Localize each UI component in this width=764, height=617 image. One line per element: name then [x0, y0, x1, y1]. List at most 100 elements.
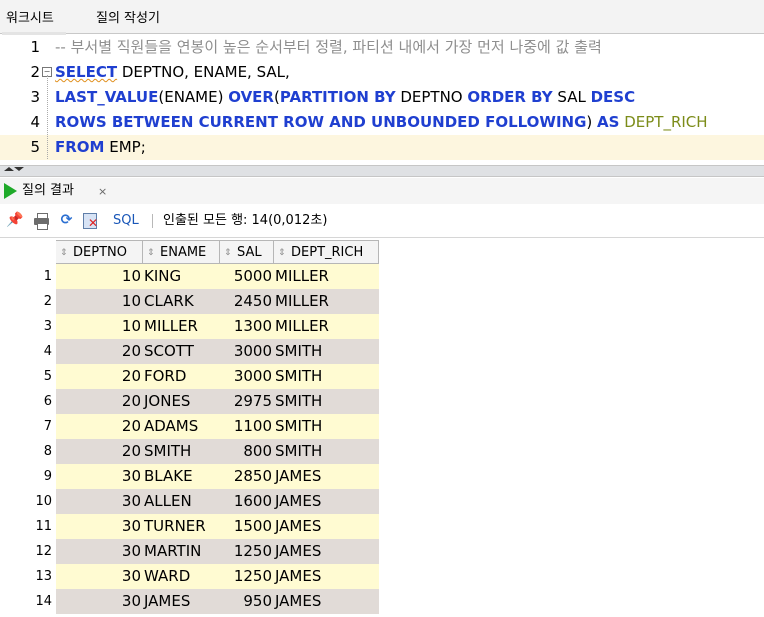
cell-sal[interactable]: 3000 — [220, 339, 274, 364]
cell-dept-rich[interactable]: SMITH — [274, 364, 379, 389]
line-number: 2 — [30, 63, 40, 81]
sql-keyword: LAST_VALUE — [55, 88, 159, 106]
cell-dept-rich[interactable]: MILLER — [274, 314, 379, 339]
row-number: 12 — [35, 544, 52, 559]
cell-ename[interactable]: WARD — [143, 564, 220, 589]
cell-deptno[interactable]: 10 — [56, 289, 143, 314]
cell-sal[interactable]: 1500 — [220, 514, 274, 539]
cell-dept-rich[interactable]: JAMES — [274, 489, 379, 514]
cell-ename[interactable]: FORD — [143, 364, 220, 389]
cell-dept-rich[interactable]: SMITH — [274, 439, 379, 464]
toolbar-separator — [152, 214, 153, 228]
editor-results-splitter[interactable] — [0, 165, 764, 177]
column-header-ename[interactable]: ⇕ ENAME — [143, 240, 220, 264]
cell-ename[interactable]: MARTIN — [143, 539, 220, 564]
cell-deptno[interactable]: 30 — [56, 589, 143, 614]
cell-ename[interactable]: CLARK — [143, 289, 220, 314]
cell-deptno[interactable]: 30 — [56, 489, 143, 514]
cell-deptno[interactable]: 20 — [56, 339, 143, 364]
sql-keyword: SELECT — [55, 63, 118, 81]
cell-sal[interactable]: 2850 — [220, 464, 274, 489]
cell-sal[interactable]: 1300 — [220, 314, 274, 339]
cell-dept-rich[interactable]: JAMES — [274, 514, 379, 539]
cell-deptno[interactable]: 20 — [56, 364, 143, 389]
cell-deptno[interactable]: 30 — [56, 514, 143, 539]
cell-deptno[interactable]: 30 — [56, 539, 143, 564]
sort-icon[interactable]: ⇕ — [147, 241, 157, 265]
cell-ename[interactable]: BLAKE — [143, 464, 220, 489]
fold-guide — [47, 75, 48, 159]
cell-sal[interactable]: 2450 — [220, 289, 274, 314]
line-number: 5 — [30, 138, 40, 156]
cell-sal[interactable]: 3000 — [220, 364, 274, 389]
row-number: 9 — [43, 469, 52, 484]
column-header-sal[interactable]: ⇕ SAL — [220, 240, 274, 264]
cell-ename[interactable]: JONES — [143, 389, 220, 414]
cell-deptno[interactable]: 20 — [56, 414, 143, 439]
refresh-icon[interactable]: ⟳ — [58, 212, 75, 229]
cell-ename[interactable]: MILLER — [143, 314, 220, 339]
sort-icon[interactable]: ⇕ — [278, 241, 288, 265]
sql-text: (ENAME) — [158, 88, 229, 106]
sql-text: DEPTNO — [395, 88, 468, 106]
cell-dept-rich[interactable]: JAMES — [274, 589, 379, 614]
cell-ename[interactable]: ALLEN — [143, 489, 220, 514]
cell-sal[interactable]: 800 — [220, 439, 274, 464]
cell-sal[interactable]: 1250 — [220, 539, 274, 564]
row-number: 5 — [43, 369, 52, 384]
print-icon[interactable] — [33, 212, 50, 230]
cell-dept-rich[interactable]: SMITH — [274, 389, 379, 414]
sort-icon[interactable]: ⇕ — [60, 241, 70, 265]
cell-dept-rich[interactable]: SMITH — [274, 414, 379, 439]
line-number: 3 — [30, 88, 40, 106]
sql-text: SAL — [552, 88, 591, 106]
cell-ename[interactable]: TURNER — [143, 514, 220, 539]
cell-ename[interactable]: JAMES — [143, 589, 220, 614]
cell-dept-rich[interactable]: MILLER — [274, 289, 379, 314]
results-toolbar: 📌 ⟳ ✕ SQL 인출된 모든 행: 14(0,012초) — [0, 206, 764, 236]
sql-text: EMP; — [104, 138, 146, 156]
column-header-dept-rich[interactable]: ⇕ DEPT_RICH — [274, 240, 379, 264]
sql-keyword: DESC — [590, 88, 636, 106]
sql-comment: -- 부서별 직원들을 연봉이 높은 순서부터 정렬, 파티션 내에서 가장 먼… — [55, 38, 602, 56]
cell-deptno[interactable]: 10 — [56, 264, 143, 289]
cell-deptno[interactable]: 30 — [56, 564, 143, 589]
cell-ename[interactable]: ADAMS — [143, 414, 220, 439]
sql-editor[interactable]: 1 -- 부서별 직원들을 연봉이 높은 순서부터 정렬, 파티션 내에서 가장… — [0, 35, 764, 165]
tab-query-builder[interactable]: 질의 작성기 — [92, 8, 164, 30]
sql-keyword: ORDER BY — [467, 88, 553, 106]
line-number: 1 — [30, 38, 40, 56]
sort-icon[interactable]: ⇕ — [224, 241, 234, 265]
cell-ename[interactable]: SMITH — [143, 439, 220, 464]
cell-deptno[interactable]: 10 — [56, 314, 143, 339]
cell-dept-rich[interactable]: JAMES — [274, 539, 379, 564]
pin-icon[interactable]: 📌 — [6, 212, 23, 229]
close-tab-icon[interactable]: × — [98, 182, 107, 202]
cell-sal[interactable]: 5000 — [220, 264, 274, 289]
sql-link[interactable]: SQL — [113, 212, 139, 230]
collapse-up-icon[interactable] — [4, 167, 14, 171]
cell-dept-rich[interactable]: JAMES — [274, 464, 379, 489]
cell-sal[interactable]: 2975 — [220, 389, 274, 414]
cell-dept-rich[interactable]: MILLER — [274, 264, 379, 289]
cell-deptno[interactable]: 20 — [56, 389, 143, 414]
row-number: 13 — [35, 569, 52, 584]
row-number: 2 — [43, 294, 52, 309]
cell-sal[interactable]: 1250 — [220, 564, 274, 589]
cell-sal[interactable]: 1100 — [220, 414, 274, 439]
cell-sal[interactable]: 1600 — [220, 489, 274, 514]
collapse-down-icon[interactable] — [14, 167, 24, 171]
cell-ename[interactable]: KING — [143, 264, 220, 289]
column-header-deptno[interactable]: ⇕ DEPTNO — [56, 240, 143, 264]
cell-deptno[interactable]: 20 — [56, 439, 143, 464]
tab-query-result[interactable]: 질의 결과 — [22, 181, 74, 201]
sql-keyword: ROWS BETWEEN CURRENT ROW AND UNBOUNDED F… — [55, 113, 587, 131]
cell-dept-rich[interactable]: SMITH — [274, 339, 379, 364]
cell-dept-rich[interactable]: JAMES — [274, 564, 379, 589]
cell-deptno[interactable]: 30 — [56, 464, 143, 489]
editor-line-3: 3 LAST_VALUE(ENAME) OVER(PARTITION BY DE… — [0, 85, 764, 110]
cell-sal[interactable]: 950 — [220, 589, 274, 614]
cell-ename[interactable]: SCOTT — [143, 339, 220, 364]
tab-worksheet[interactable]: 워크시트 — [2, 8, 66, 35]
cancel-icon[interactable]: ✕ — [82, 212, 99, 229]
